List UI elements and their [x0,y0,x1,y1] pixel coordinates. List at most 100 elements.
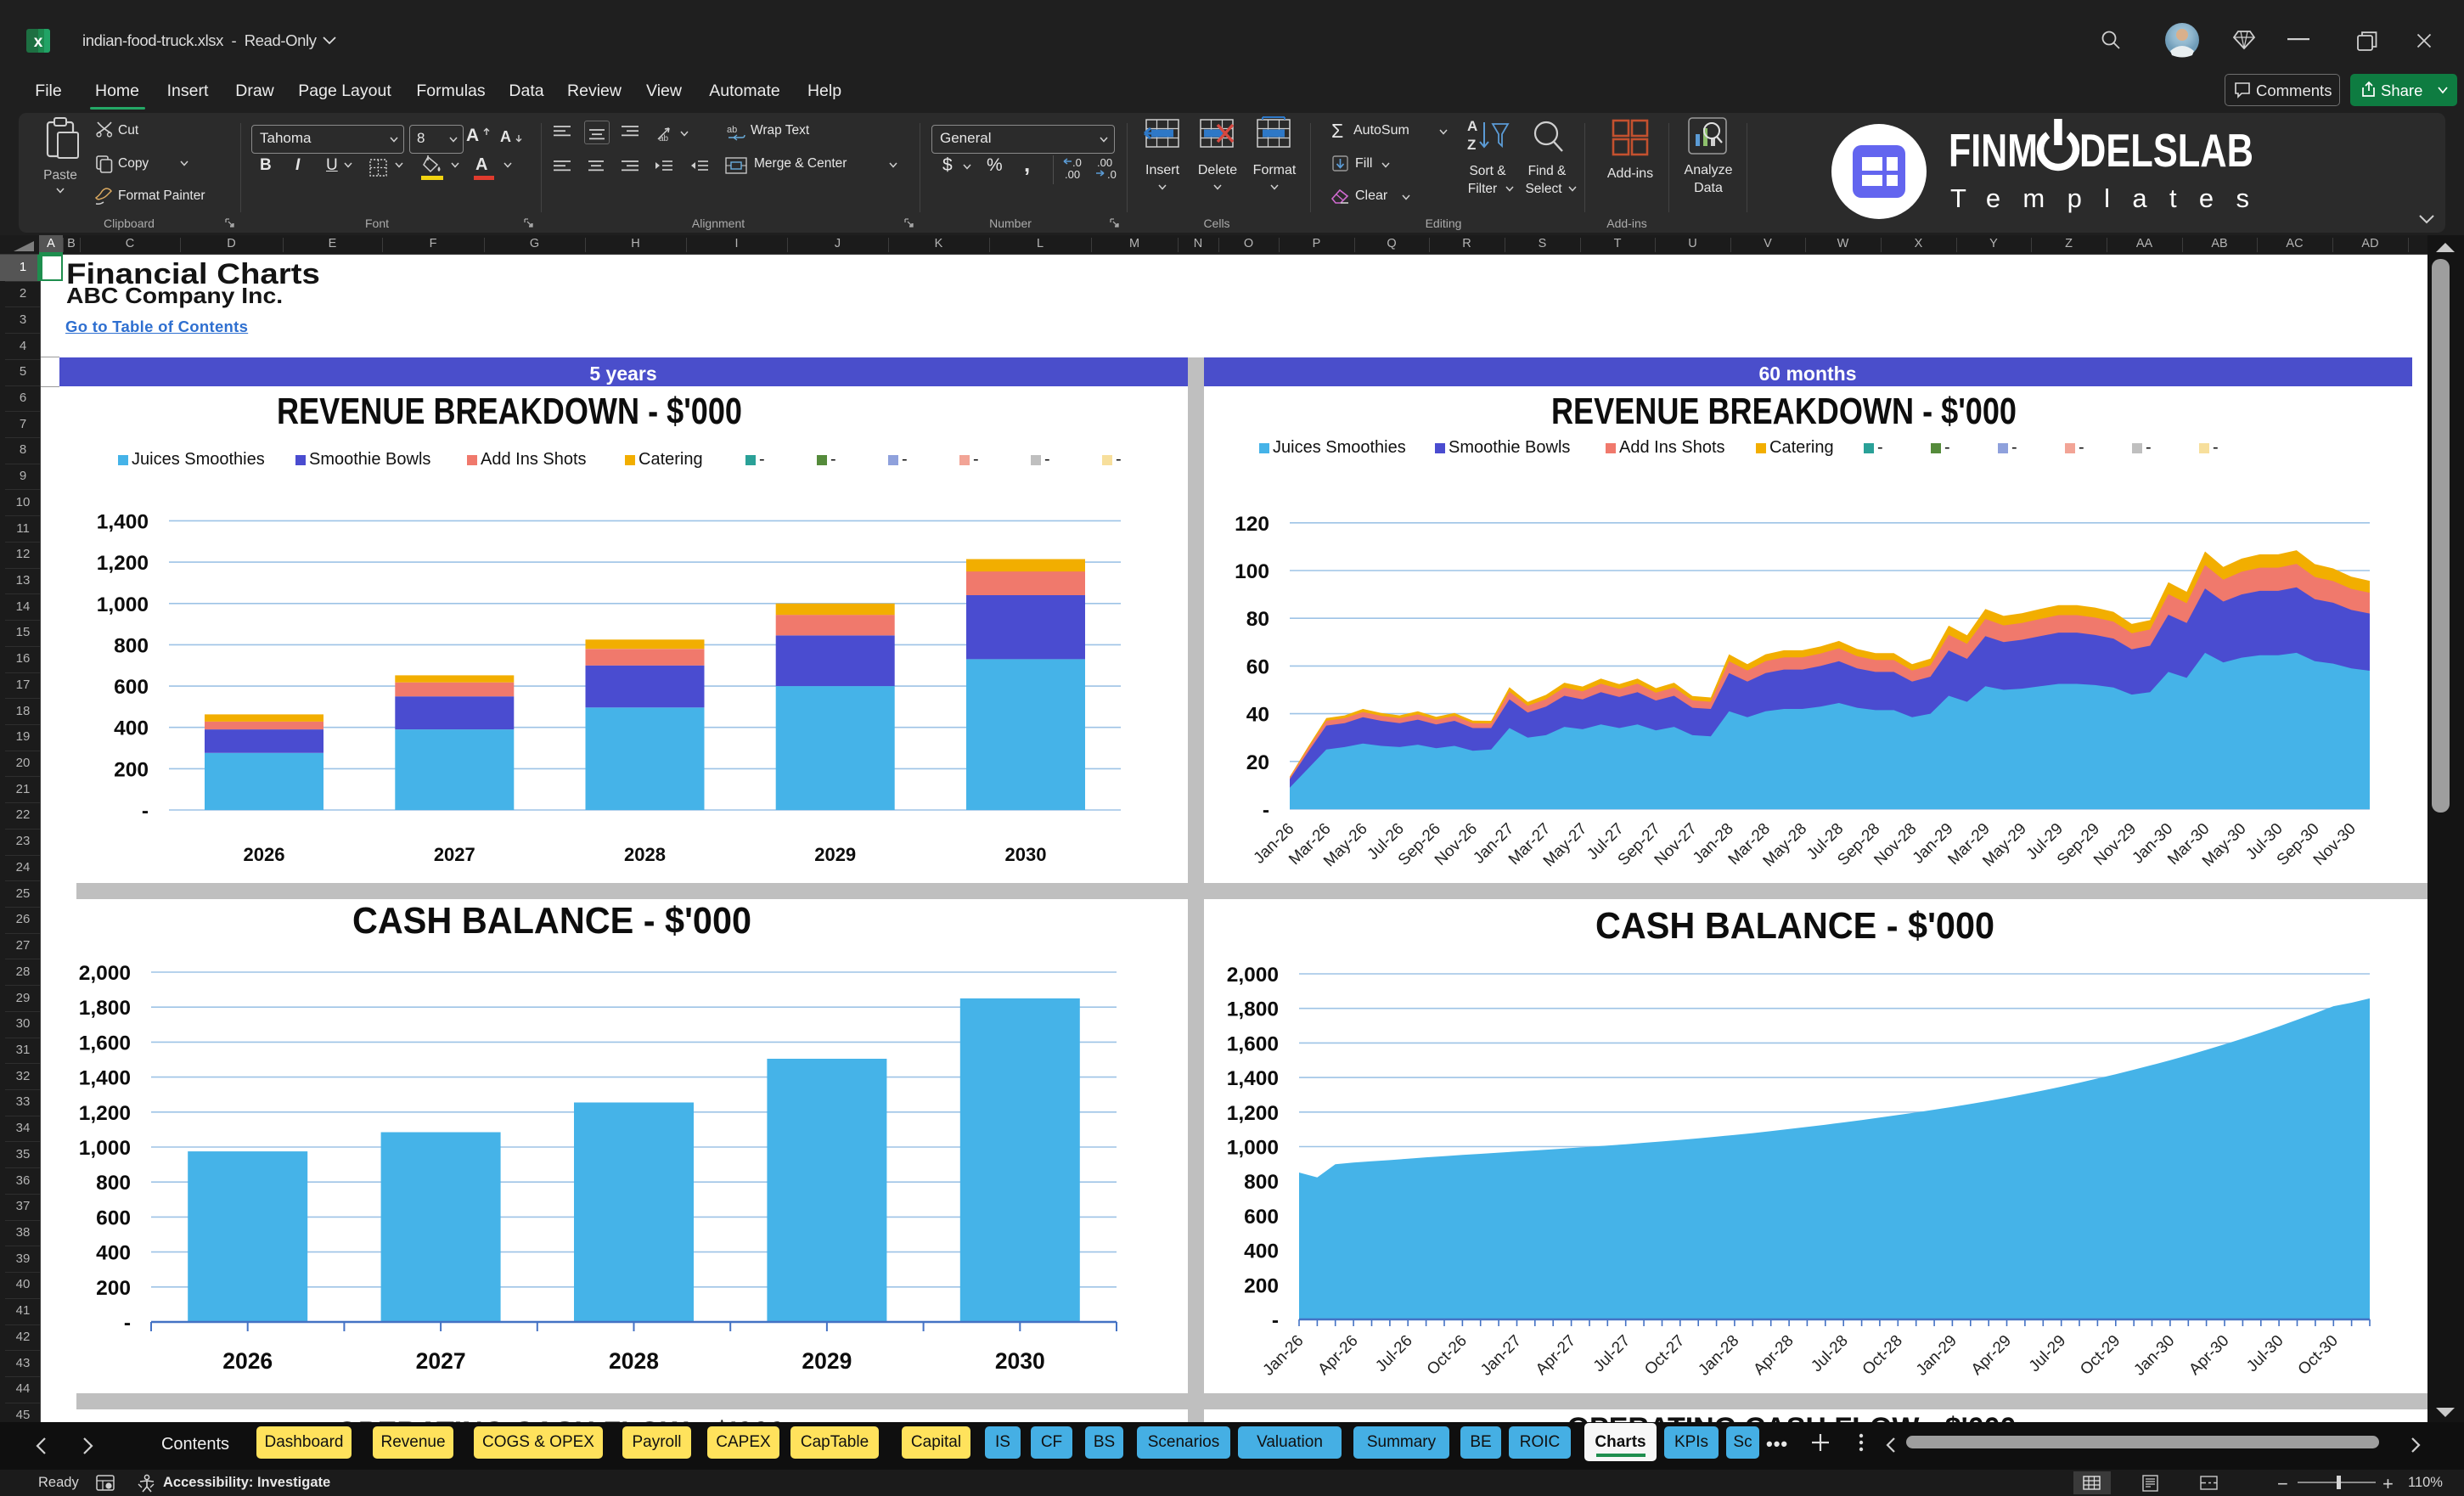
svg-text:2026: 2026 [222,1348,273,1374]
svg-text:.00: .00 [1097,156,1112,169]
svg-text:-: - [142,800,149,823]
svg-text:1,200: 1,200 [79,1102,131,1125]
svg-text:1,200: 1,200 [97,552,149,575]
svg-text:-: - [1116,450,1122,469]
svg-text:.0: .0 [1072,156,1082,169]
svg-text:1,800: 1,800 [1227,998,1279,1021]
svg-text:Catering: Catering [639,450,703,469]
svg-text:.00: .00 [1065,168,1080,181]
svg-text:Add Ins Shots: Add Ins Shots [481,450,587,469]
svg-text:-: - [2011,438,2017,457]
svg-text:1,600: 1,600 [79,1032,131,1055]
svg-text:Oct-29: Oct-29 [2077,1332,2124,1379]
svg-text:2030: 2030 [1005,844,1047,865]
svg-text:Add Ins Shots: Add Ins Shots [1619,438,1725,457]
svg-text:1,400: 1,400 [79,1067,131,1090]
svg-text:Apr-29: Apr-29 [1968,1332,2015,1379]
svg-text:ab: ab [727,125,737,135]
svg-text:Jan-30: Jan-30 [2130,1332,2178,1380]
svg-text:Oct-27: Oct-27 [1641,1332,1688,1379]
svg-text:2028: 2028 [624,844,666,865]
svg-text:800: 800 [96,1172,131,1195]
svg-text:2027: 2027 [434,844,475,865]
svg-text:Apr-27: Apr-27 [1533,1332,1579,1379]
svg-text:400: 400 [96,1242,131,1265]
svg-text:-: - [1263,799,1269,822]
svg-text:1,400: 1,400 [97,510,149,533]
svg-text:Apr-30: Apr-30 [2186,1332,2232,1379]
svg-text:Smoothie Bowls: Smoothie Bowls [309,450,430,469]
svg-text:600: 600 [114,676,149,699]
svg-text:Templates: Templates [1950,183,2249,213]
svg-text:800: 800 [114,634,149,657]
svg-text:200: 200 [114,758,149,781]
svg-text:Smoothie Bowls: Smoothie Bowls [1449,438,1570,457]
svg-text:-: - [1272,1309,1279,1332]
svg-text:Jul-27: Jul-27 [1590,1332,1634,1375]
svg-text:2027: 2027 [416,1348,466,1374]
svg-text:2,000: 2,000 [1227,964,1279,987]
svg-text:400: 400 [114,717,149,740]
svg-text:Oct-26: Oct-26 [1424,1332,1471,1379]
svg-text:-: - [1044,450,1050,469]
svg-text:Z: Z [1467,137,1476,153]
svg-text:2,000: 2,000 [79,962,131,985]
svg-text:REVENUE BREAKDOWN - $'000: REVENUE BREAKDOWN - $'000 [1551,391,2017,432]
svg-text:200: 200 [96,1277,131,1300]
svg-text:100: 100 [1235,560,1269,583]
svg-text:ab: ab [659,134,669,143]
svg-text:1,000: 1,000 [1227,1137,1279,1160]
svg-text:A: A [1467,118,1477,134]
svg-text:2026: 2026 [244,844,285,865]
svg-text:Jul-28: Jul-28 [1808,1332,1851,1375]
svg-text:1,400: 1,400 [1227,1067,1279,1090]
svg-text:1,600: 1,600 [1227,1032,1279,1055]
svg-text:20: 20 [1246,751,1269,774]
svg-text:-: - [759,450,765,469]
svg-text:40: 40 [1246,704,1269,727]
svg-text:Jul-30: Jul-30 [2243,1332,2287,1375]
svg-text:1,000: 1,000 [97,593,149,616]
svg-text:CASH BALANCE - $'000: CASH BALANCE - $'000 [352,900,751,942]
svg-text:1,000: 1,000 [79,1137,131,1160]
svg-text:120: 120 [1235,513,1269,536]
svg-text:-: - [902,450,908,469]
svg-text:FINM: FINM [1949,124,2038,177]
svg-text:800: 800 [1244,1171,1279,1194]
svg-text:Jan-26: Jan-26 [1260,1332,1308,1380]
svg-text:-: - [2146,438,2152,457]
svg-text:2028: 2028 [609,1348,659,1374]
svg-text:Apr-26: Apr-26 [1314,1332,1361,1379]
svg-text:Oct-28: Oct-28 [1859,1332,1906,1379]
svg-text:Jul-29: Jul-29 [2026,1332,2069,1375]
svg-text:Jan-27: Jan-27 [1477,1332,1525,1380]
svg-text:1,200: 1,200 [1227,1102,1279,1125]
svg-text:Jul-26: Jul-26 [1372,1332,1415,1375]
svg-text:Juices Smoothies: Juices Smoothies [132,450,265,469]
svg-text:.0: .0 [1107,168,1117,181]
svg-text:600: 600 [96,1206,131,1229]
svg-text:Catering: Catering [1769,438,1834,457]
svg-text:CASH BALANCE - $'000: CASH BALANCE - $'000 [1595,905,1994,947]
svg-text:2030: 2030 [995,1348,1045,1374]
svg-text:Juices Smoothies: Juices Smoothies [1273,438,1406,457]
svg-text:200: 200 [1244,1274,1279,1297]
svg-text:-: - [830,450,836,469]
svg-text:600: 600 [1244,1206,1279,1229]
svg-text:60: 60 [1246,655,1269,678]
svg-text:Apr-28: Apr-28 [1750,1332,1797,1379]
svg-text:2029: 2029 [802,1348,852,1374]
svg-text:-: - [1877,438,1883,457]
svg-text:400: 400 [1244,1240,1279,1263]
svg-text:-: - [1944,438,1950,457]
svg-text:Jan-29: Jan-29 [1913,1332,1961,1380]
svg-text:Oct-30: Oct-30 [2295,1332,2342,1379]
svg-text:1,800: 1,800 [79,997,131,1020]
svg-text:Jan-28: Jan-28 [1695,1332,1742,1380]
svg-text:-: - [973,450,979,469]
svg-text:-: - [124,1312,131,1335]
svg-text:DELSLAB: DELSLAB [2079,124,2253,177]
svg-text:x: x [34,33,43,51]
svg-text:-: - [2213,438,2219,457]
svg-text:REVENUE BREAKDOWN - $'000: REVENUE BREAKDOWN - $'000 [277,391,742,432]
